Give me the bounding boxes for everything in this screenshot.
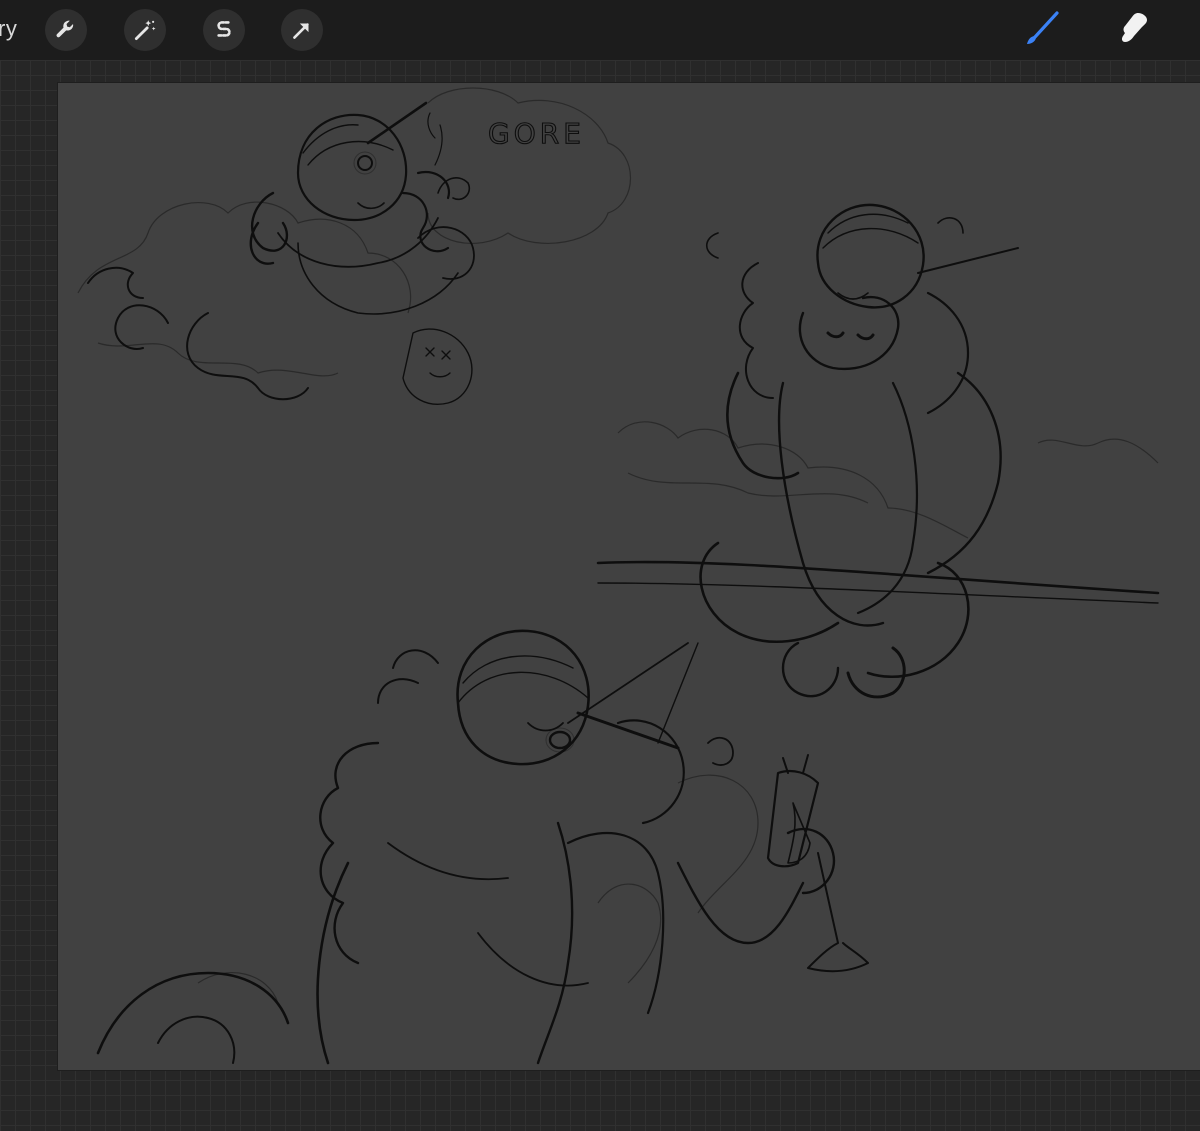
handwritten-gore-text: GORE: [488, 117, 585, 150]
top-toolbar: ry: [0, 0, 1200, 60]
magic-wand-icon: [134, 20, 156, 41]
selection-button[interactable]: [203, 9, 245, 51]
sketch-figure-top-left: [87, 101, 475, 405]
brush-button[interactable]: [1018, 6, 1064, 52]
adjustments-button[interactable]: [124, 9, 166, 51]
wrench-icon: [56, 20, 74, 38]
glowing-eyes: [353, 151, 575, 753]
actions-button[interactable]: [45, 9, 87, 51]
smudge-button[interactable]: [1111, 6, 1157, 52]
faint-smoke-lines: [77, 87, 1159, 1004]
gallery-link[interactable]: ry: [0, 16, 17, 42]
sketch-figure-right: [596, 203, 1160, 699]
arrow-cursor-icon: [293, 23, 309, 39]
selection-s-icon: [217, 21, 231, 37]
sketch-artwork: GORE: [77, 87, 1160, 1065]
smudge-icon: [1121, 13, 1147, 42]
transform-button[interactable]: [281, 9, 323, 51]
brush-icon: [1027, 11, 1059, 44]
drawing-canvas[interactable]: GORE: [58, 83, 1200, 1070]
